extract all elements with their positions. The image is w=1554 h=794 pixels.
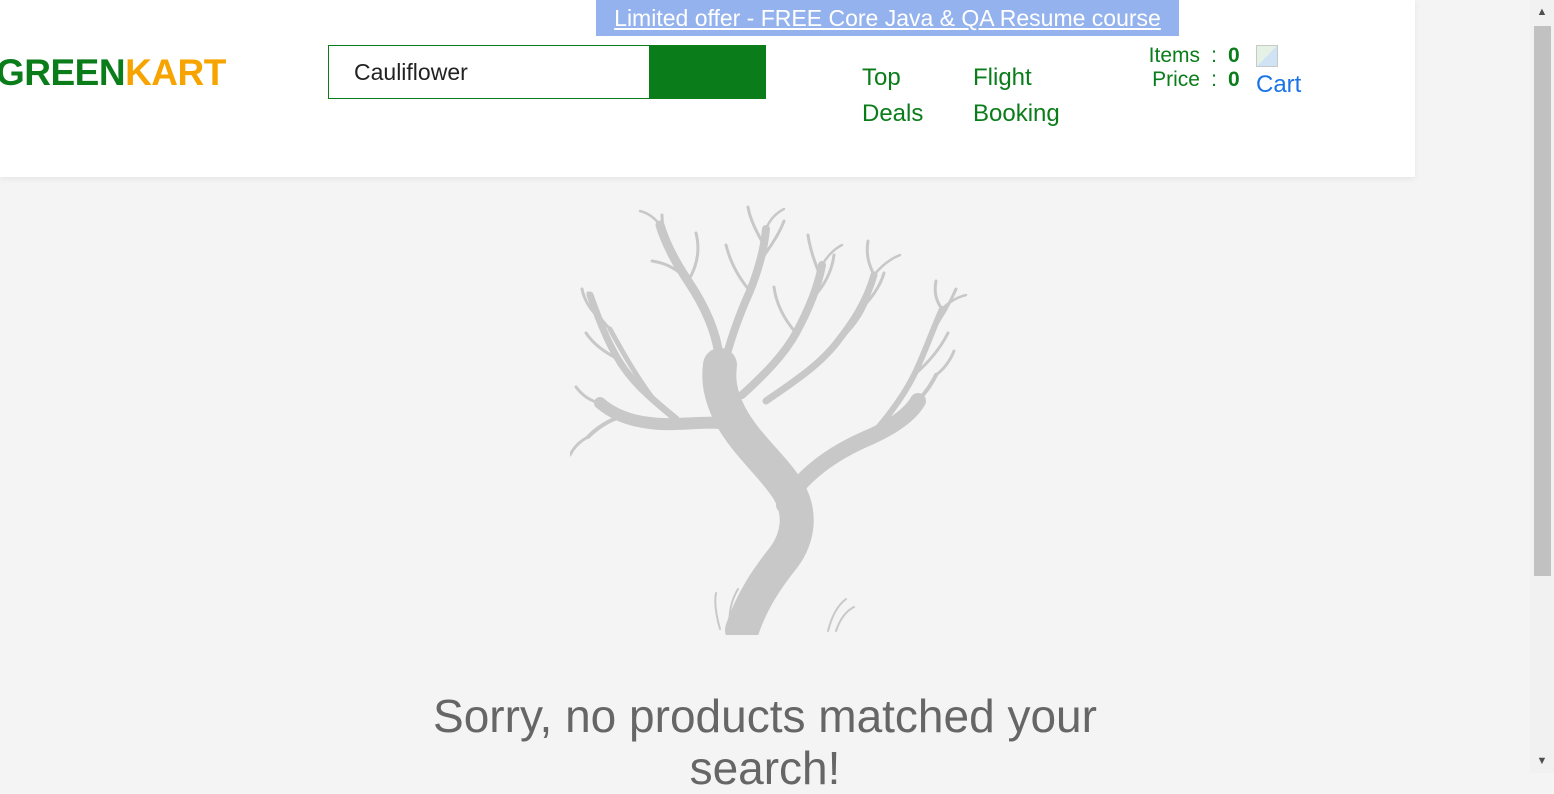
top-deals-line2: Deals: [862, 100, 924, 127]
price-label: Price: [1152, 68, 1200, 91]
cart-label: Cart: [1256, 71, 1302, 98]
cart-summary: Items : 0 Price : 0: [1110, 44, 1240, 92]
flight-booking-line1: Flight: [973, 64, 1032, 91]
site-header: Limited offer - FREE Core Java & QA Resu…: [0, 0, 1415, 177]
broken-image-icon: [1256, 45, 1278, 67]
triangle-up-icon[interactable]: ▲: [1530, 2, 1554, 22]
cart-link[interactable]: Cart: [1256, 45, 1301, 99]
top-deals-line1: Top: [862, 64, 901, 91]
scroll-thumb[interactable]: [1534, 26, 1551, 576]
search-input[interactable]: [328, 45, 650, 99]
triangle-down-icon[interactable]: ▼: [1530, 751, 1554, 771]
greenkart-logo: GREENKART: [0, 51, 226, 95]
logo-part-kart: KART: [125, 52, 226, 93]
logo-part-green: GREEN: [0, 52, 126, 93]
cart-price-row: Price : 0: [1110, 68, 1240, 92]
price-value: 0: [1228, 68, 1240, 91]
items-separator: :: [1211, 44, 1217, 67]
limited-offer-link[interactable]: Limited offer - FREE Core Java & QA Resu…: [596, 0, 1179, 36]
top-deals-link[interactable]: Top Deals: [862, 60, 923, 132]
price-separator: :: [1211, 68, 1217, 91]
items-count: 0: [1228, 44, 1240, 67]
bare-tree-illustration: [568, 205, 970, 647]
vertical-scrollbar[interactable]: ▲ ▼: [1530, 0, 1554, 773]
search-button[interactable]: [649, 45, 766, 99]
flight-booking-line2: Booking: [973, 100, 1060, 127]
no-results-message: Sorry, no products matched your search!: [433, 690, 1097, 794]
cart-items-row: Items : 0: [1110, 44, 1240, 68]
flight-booking-link[interactable]: Flight Booking: [973, 60, 1060, 132]
items-label: Items: [1148, 44, 1200, 67]
